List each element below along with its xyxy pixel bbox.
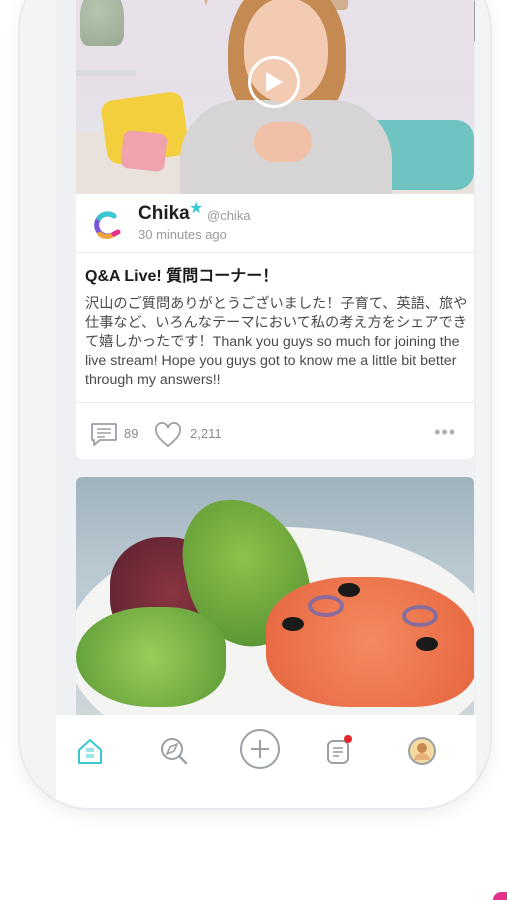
background-pillow: [120, 129, 168, 173]
tab-notifications[interactable]: [318, 731, 358, 771]
background-plant: [80, 0, 124, 46]
person-hands: [254, 122, 312, 162]
star-icon: ★: [189, 200, 204, 217]
food-olive: [282, 617, 304, 631]
background-decoration: [196, 0, 216, 6]
like-count: 2,211: [190, 426, 222, 441]
add-icon: [240, 729, 280, 769]
post-video-thumbnail[interactable]: [76, 0, 474, 194]
explore-icon: [161, 738, 188, 765]
bottom-tab-bar: [56, 715, 476, 808]
food-onion: [308, 595, 344, 617]
play-icon[interactable]: [248, 56, 300, 108]
author-avatar-logo[interactable]: [90, 208, 124, 242]
food-onion: [402, 605, 438, 627]
divider: [76, 402, 474, 403]
author-handle[interactable]: @chika: [207, 208, 251, 223]
notification-badge: [344, 735, 352, 743]
post-body: 沢山のご質問ありがとうございました！子育て、英語、旅や仕事など、いろんなテーマに…: [85, 296, 468, 388]
food-olive: [338, 583, 360, 597]
food-olive: [416, 637, 438, 651]
post-card[interactable]: Chika ★ @chika 30 minutes ago Q&A Live! …: [76, 0, 474, 459]
tab-create[interactable]: [236, 725, 284, 773]
post-image[interactable]: [76, 477, 474, 715]
tab-profile[interactable]: [402, 731, 442, 771]
author-name[interactable]: Chika: [138, 203, 190, 225]
background-shelf: [76, 70, 136, 76]
post-card[interactable]: [76, 477, 474, 715]
post-author-row[interactable]: Chika ★ @chika 30 minutes ago: [76, 194, 474, 253]
post-title: Q&A Live! 質問コーナー！: [85, 268, 279, 285]
food-lettuce: [76, 607, 226, 707]
comment-count: 89: [124, 426, 139, 441]
corner-decoration: [493, 892, 507, 900]
tab-home[interactable]: [70, 731, 110, 771]
home-icon: [78, 739, 102, 764]
tab-explore[interactable]: [154, 731, 194, 771]
phone-frame: Chika ★ @chika 30 minutes ago Q&A Live! …: [20, 0, 490, 808]
post-timestamp: 30 minutes ago: [138, 227, 227, 242]
food-salmon: [266, 577, 474, 707]
profile-avatar: [408, 737, 436, 765]
more-options-icon[interactable]: •••: [434, 422, 456, 443]
heart-icon[interactable]: [154, 422, 182, 448]
app-screen: Chika ★ @chika 30 minutes ago Q&A Live! …: [56, 0, 476, 715]
post-actions: 89 2,211 •••: [76, 412, 474, 456]
comment-icon[interactable]: [90, 422, 118, 446]
